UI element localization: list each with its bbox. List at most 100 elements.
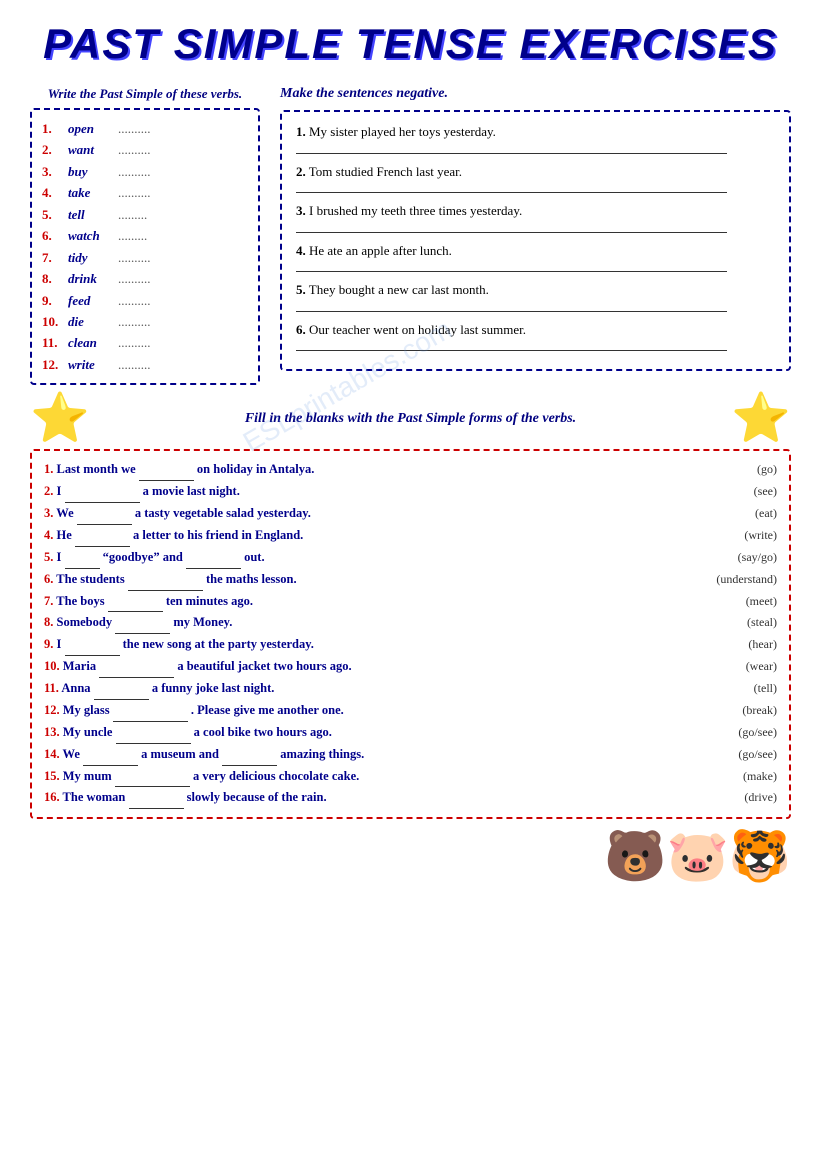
verb-word: clean xyxy=(68,332,114,353)
negative-list-item: 5. They bought a new car last month. xyxy=(296,280,775,312)
fill-blank xyxy=(99,665,174,678)
fill-num: 14. xyxy=(44,747,60,761)
verb-list-item: 6.watch......... xyxy=(42,225,248,246)
fill-list-item: 15. My mum a very delicious chocolate ca… xyxy=(44,766,777,788)
answer-line xyxy=(296,144,727,154)
sentence-text: I brushed my teeth three times yesterday… xyxy=(309,203,522,218)
fill-sentence: 11. Anna a funny joke last night. xyxy=(44,678,697,700)
fill-list-item: 2. I a movie last night.(see) xyxy=(44,481,777,503)
negative-list-item: 2. Tom studied French last year. xyxy=(296,162,775,194)
fill-verb: (tell) xyxy=(697,678,777,699)
verb-word: watch xyxy=(68,225,114,246)
characters-icon: 🐻🐷🐯 xyxy=(604,827,791,886)
fill-num: 13. xyxy=(44,725,60,739)
fill-list-item: 12. My glass . Please give me another on… xyxy=(44,700,777,722)
fill-list-item: 3. We a tasty vegetable salad yesterday.… xyxy=(44,503,777,525)
sentence-num: 1. xyxy=(296,124,306,139)
star-left-icon: ⭐ xyxy=(30,395,90,443)
verb-list-item: 1.open.......... xyxy=(42,118,248,139)
verb-list-item: 9.feed.......... xyxy=(42,290,248,311)
fill-sentence: 5. I “goodbye” and out. xyxy=(44,547,697,569)
fill-sentence: 4. He a letter to his friend in England. xyxy=(44,525,697,547)
verb-section-title: Write the Past Simple of these verbs. xyxy=(30,86,260,102)
fill-blank-2 xyxy=(186,556,241,569)
verb-word: tidy xyxy=(68,247,114,268)
star-right-icon: ⭐ xyxy=(731,395,791,443)
negative-list-box: 1. My sister played her toys yesterday. 2… xyxy=(280,110,791,371)
fill-verb: (steal) xyxy=(697,612,777,633)
fill-num: 11. xyxy=(44,681,59,695)
fill-verb: (eat) xyxy=(697,503,777,524)
fill-sentence: 1. Last month we on holiday in Antalya. xyxy=(44,459,697,481)
fill-list-item: 14. We a museum and amazing things.(go/s… xyxy=(44,744,777,766)
verb-num: 7. xyxy=(42,247,64,268)
fill-verb: (write) xyxy=(697,525,777,546)
verb-list-item: 3.buy.......... xyxy=(42,161,248,182)
star-row: ⭐ Fill in the blanks with the Past Simpl… xyxy=(30,395,791,443)
fill-sentence: 14. We a museum and amazing things. xyxy=(44,744,697,766)
answer-line xyxy=(296,262,727,272)
verb-num: 12. xyxy=(42,354,64,375)
fill-verb: (say/go) xyxy=(697,547,777,568)
answer-line xyxy=(296,183,727,193)
fill-num: 8. xyxy=(44,615,53,629)
fill-sentence: 12. My glass . Please give me another on… xyxy=(44,700,697,722)
verb-num: 1. xyxy=(42,118,64,139)
fill-num: 1. xyxy=(44,462,53,476)
verb-dots: .......... xyxy=(118,139,151,160)
page-title: PAST SIMPLE TENSE EXERCISES xyxy=(30,20,791,68)
fill-verb: (break) xyxy=(697,700,777,721)
fill-num: 2. xyxy=(44,484,53,498)
verb-list: 1.open..........2.want..........3.buy...… xyxy=(42,118,248,375)
fill-verb: (go/see) xyxy=(697,744,777,765)
sentence-num: 3. xyxy=(296,203,306,218)
sentence-text: My sister played her toys yesterday. xyxy=(309,124,496,139)
negative-list-item: 3. I brushed my teeth three times yester… xyxy=(296,201,775,233)
verb-num: 5. xyxy=(42,204,64,225)
sentence-num: 5. xyxy=(296,282,306,297)
sentence-text: He ate an apple after lunch. xyxy=(309,243,452,258)
fill-verb: (understand) xyxy=(697,569,777,590)
verb-dots: ......... xyxy=(118,225,147,246)
fill-num: 4. xyxy=(44,528,53,542)
fill-num: 7. xyxy=(44,594,53,608)
verb-dots: .......... xyxy=(118,332,151,353)
fill-blank xyxy=(116,731,191,744)
fill-blank xyxy=(139,468,194,481)
fill-verb: (meet) xyxy=(697,591,777,612)
answer-line xyxy=(296,302,727,312)
fill-sentence: 13. My uncle a cool bike two hours ago. xyxy=(44,722,697,744)
verb-word: tell xyxy=(68,204,114,225)
verb-word: want xyxy=(68,139,114,160)
verb-list-item: 7.tidy.......... xyxy=(42,247,248,268)
fill-blank xyxy=(75,534,130,547)
verb-dots: .......... xyxy=(118,161,151,182)
fill-num: 5. xyxy=(44,550,53,564)
fill-list-item: 4. He a letter to his friend in England.… xyxy=(44,525,777,547)
fill-blank xyxy=(108,599,163,612)
fill-section: 1. Last month we on holiday in Antalya.(… xyxy=(30,449,791,819)
sentence-text: Our teacher went on holiday last summer. xyxy=(309,322,526,337)
verb-dots: .......... xyxy=(118,118,151,139)
verb-num: 8. xyxy=(42,268,64,289)
sentence-num: 4. xyxy=(296,243,306,258)
verb-word: buy xyxy=(68,161,114,182)
fill-list: 1. Last month we on holiday in Antalya.(… xyxy=(44,459,777,809)
verb-num: 4. xyxy=(42,182,64,203)
verb-num: 3. xyxy=(42,161,64,182)
fill-num: 3. xyxy=(44,506,53,520)
fill-sentence: 8. Somebody my Money. xyxy=(44,612,697,634)
verb-word: die xyxy=(68,311,114,332)
fill-verb: (go) xyxy=(697,459,777,480)
fill-sentence: 2. I a movie last night. xyxy=(44,481,697,503)
fill-num: 10. xyxy=(44,659,60,673)
fill-blank-2 xyxy=(222,753,277,766)
fill-list-item: 8. Somebody my Money.(steal) xyxy=(44,612,777,634)
verb-word: take xyxy=(68,182,114,203)
fill-num: 12. xyxy=(44,703,60,717)
fill-blank xyxy=(115,774,190,787)
verb-word: open xyxy=(68,118,114,139)
fill-list-item: 7. The boys ten minutes ago.(meet) xyxy=(44,591,777,613)
fill-verb: (go/see) xyxy=(697,722,777,743)
verb-list-item: 8.drink.......... xyxy=(42,268,248,289)
